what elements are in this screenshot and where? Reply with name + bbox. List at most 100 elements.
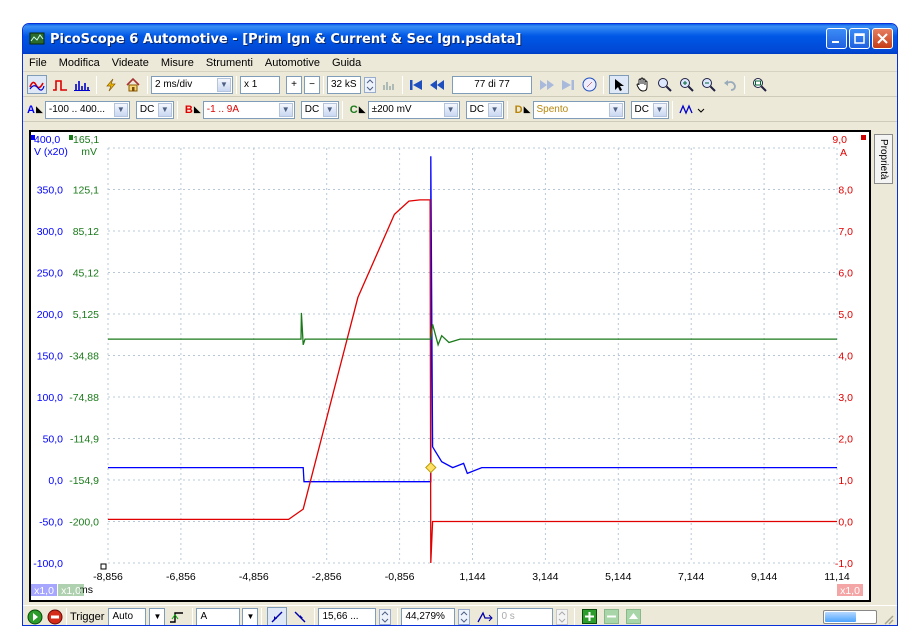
zoom-in-icon: [679, 78, 694, 92]
probe-icon[interactable]: ◣: [524, 105, 531, 115]
x-tick-label: 1,144: [459, 571, 485, 583]
post-trigger-delay-button[interactable]: [475, 607, 495, 625]
channel-a-coupling-select[interactable]: DC ▼: [135, 100, 174, 119]
channel-d-range-select[interactable]: Spento ▼: [532, 100, 625, 119]
skip-last-icon: [562, 79, 574, 90]
pretrigger-value: 44,279%: [405, 611, 445, 622]
samples-spinner[interactable]: [363, 75, 377, 94]
scope-view[interactable]: 400,0 165,1 V (x20) mV 9,0 A 350,0 300,0 250,0 20…: [29, 130, 871, 602]
channel-c-range-select[interactable]: ±200 mV ▼: [367, 100, 460, 119]
stop-capture-button[interactable]: [47, 609, 63, 625]
zoom-in-step-button[interactable]: +: [286, 75, 302, 94]
home-button[interactable]: [124, 75, 142, 94]
auto-setup-button[interactable]: [102, 75, 120, 94]
zoom-fit-icon: [752, 78, 767, 92]
properties-tab[interactable]: Proprietà: [874, 134, 893, 184]
axis-c-unit-label: mV: [81, 146, 97, 158]
last-buffer-button[interactable]: [560, 75, 576, 94]
trigger-edge-icon: [170, 611, 184, 623]
resize-grip-icon[interactable]: [882, 613, 894, 625]
axis-b-unit-label: A: [840, 147, 847, 159]
maximize-button[interactable]: [849, 28, 870, 49]
advanced-trigger-button[interactable]: [167, 607, 187, 625]
buffer-counter[interactable]: 77 di 77: [452, 75, 532, 94]
next-buffer-button[interactable]: [538, 75, 556, 94]
menu-guida[interactable]: Guida: [326, 57, 367, 69]
trigger-threshold-field[interactable]: 15,66 ...: [318, 607, 377, 625]
toolbar-separator: [323, 75, 324, 94]
remove-icon: [603, 609, 619, 624]
delay-arrow-icon: [477, 610, 494, 622]
spectrum-options-button[interactable]: [381, 75, 397, 94]
start-capture-button[interactable]: [27, 609, 43, 625]
oscilloscope-chart[interactable]: 400,0 165,1 V (x20) mV 9,0A 350,0 300,0 250,0 20…: [31, 132, 869, 600]
threshold-spinner[interactable]: [378, 607, 392, 625]
menu-misure[interactable]: Misure: [155, 57, 200, 69]
probe-icon[interactable]: ◣: [359, 105, 366, 115]
channel-a-range-select[interactable]: -100 .. 400... ▼: [44, 100, 130, 119]
probe-icon[interactable]: ◣: [194, 105, 201, 115]
trigger-source-field[interactable]: A: [196, 607, 241, 625]
trigger-delay-field[interactable]: 0 s: [497, 607, 554, 625]
trigger-mode-field[interactable]: Auto: [108, 607, 147, 625]
falling-edge-button[interactable]: [291, 607, 309, 625]
spectrum-mode-button[interactable]: [73, 75, 91, 94]
pretrigger-field[interactable]: 44,279%: [401, 607, 456, 625]
trigger-marker: [425, 461, 437, 474]
menu-automotive[interactable]: Automotive: [259, 57, 326, 69]
close-button[interactable]: [872, 28, 893, 49]
channel-d-coupling-select[interactable]: DC ▼: [630, 100, 669, 119]
capture-progress-fill: [825, 612, 857, 622]
scope-mode-button[interactable]: [27, 75, 47, 94]
axis-b-tick-label: 3,0: [838, 392, 853, 404]
ruler-settings-button[interactable]: [624, 607, 642, 625]
trigger-mode-dropdown[interactable]: ▼: [149, 607, 166, 625]
remove-ruler-button[interactable]: [602, 607, 620, 625]
zoom-in-button[interactable]: [677, 75, 695, 94]
axis-b-tick-label: 2,0: [838, 434, 853, 446]
channel-b-coupling-select[interactable]: DC ▼: [300, 100, 339, 119]
probe-icon[interactable]: ◣: [36, 105, 43, 115]
chevron-down-icon: ▼: [608, 102, 623, 117]
timebase-select[interactable]: 2 ms/div ▼: [151, 75, 233, 94]
channel-b-range-select[interactable]: -1 .. 9A ▼: [202, 100, 295, 119]
close-icon: [877, 33, 888, 44]
rising-edge-button[interactable]: [267, 607, 288, 625]
x-tick-label: 9,144: [751, 571, 777, 583]
persistence-mode-button[interactable]: [51, 75, 69, 94]
axis-a-tick-label: -50,0: [39, 517, 63, 529]
chevron-down-icon: ▼: [322, 102, 337, 117]
channel-c-coupling-select[interactable]: DC ▼: [465, 100, 504, 119]
zoom-overview-button[interactable]: [750, 75, 768, 94]
minimize-button[interactable]: [826, 28, 847, 49]
select-tool-button[interactable]: [609, 75, 629, 94]
toolbar-separator: [176, 100, 178, 119]
math-channels-button[interactable]: [678, 100, 708, 119]
zoom-out-button[interactable]: [699, 75, 717, 94]
first-buffer-button[interactable]: [408, 75, 424, 94]
buffer-navigator-button[interactable]: [580, 75, 598, 94]
channel-b-label: B: [184, 103, 193, 116]
axis-c-tick-label: -74,88: [69, 392, 99, 404]
trigger-source-dropdown[interactable]: ▼: [242, 607, 259, 625]
menu-modifica[interactable]: Modifica: [53, 57, 106, 69]
menu-file[interactable]: File: [23, 57, 53, 69]
add-ruler-button[interactable]: [580, 607, 598, 625]
pretrigger-spinner[interactable]: [457, 607, 471, 625]
zoom-factor-select[interactable]: x 1: [240, 75, 280, 94]
undo-zoom-button[interactable]: [721, 75, 739, 94]
menu-videate[interactable]: Videate: [106, 57, 155, 69]
rising-edge-icon: [271, 611, 283, 622]
delay-spinner[interactable]: [555, 607, 569, 625]
hand-tool-button[interactable]: [633, 75, 651, 94]
toolbar-separator: [147, 75, 148, 94]
channel-a-coupling: DC: [139, 104, 155, 115]
toolbar-separator: [192, 607, 194, 625]
axis-a-tick-label: -100,0: [33, 558, 63, 570]
menu-strumenti[interactable]: Strumenti: [200, 57, 259, 69]
zoom-tool-button[interactable]: [655, 75, 673, 94]
zoom-out-step-button[interactable]: −: [304, 75, 320, 94]
samples-field[interactable]: 32 kS: [327, 75, 361, 94]
magnifier-icon: [657, 78, 672, 92]
previous-buffer-button[interactable]: [428, 75, 446, 94]
